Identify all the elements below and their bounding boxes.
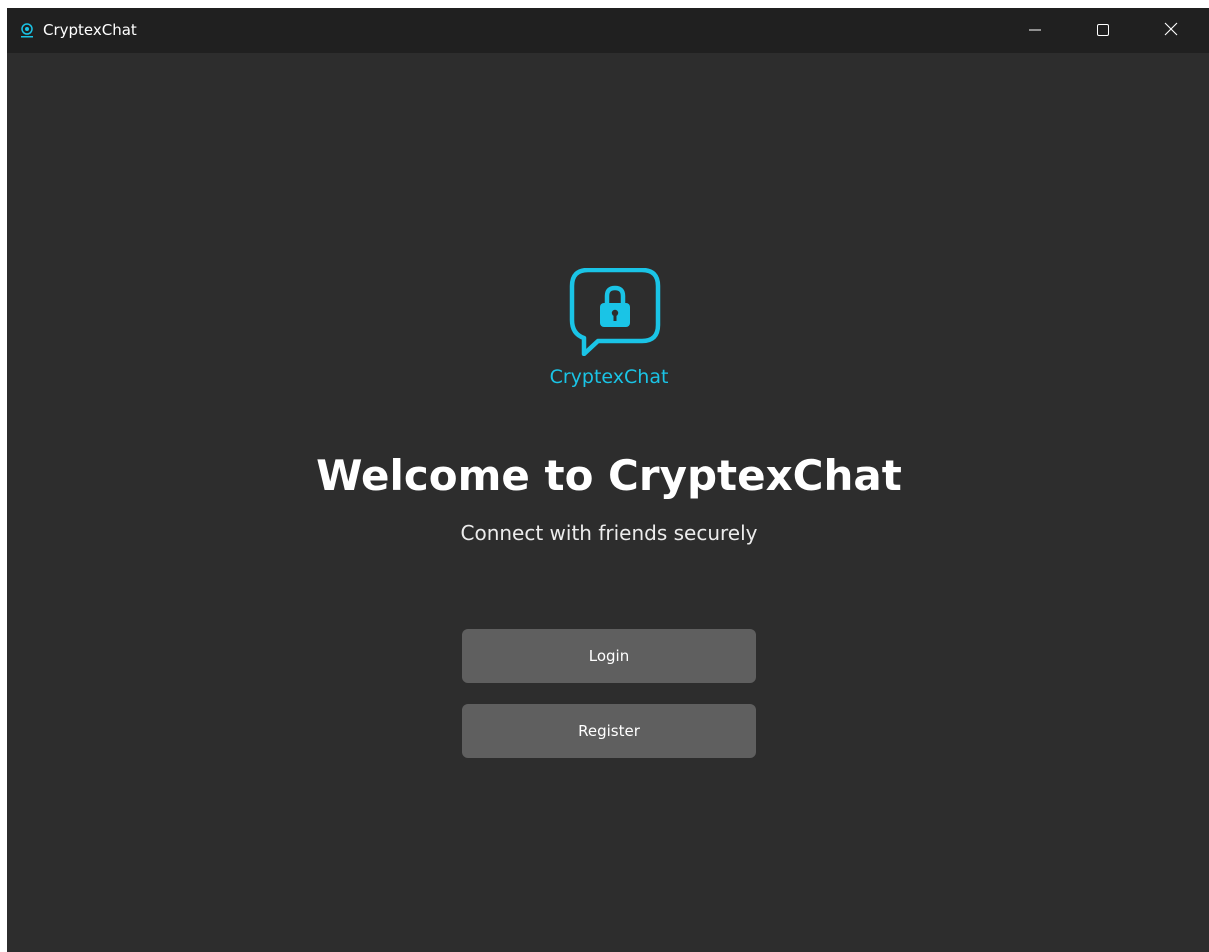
app-icon: [19, 22, 35, 38]
welcome-screen: CryptexChat Welcome to CryptexChat Conne…: [7, 53, 1209, 952]
minimize-icon: [1029, 21, 1041, 40]
title-bar[interactable]: CryptexChat: [7, 8, 1209, 53]
close-icon: [1164, 21, 1178, 40]
maximize-icon: [1097, 21, 1109, 40]
page-subtitle: Connect with friends securely: [460, 521, 758, 545]
page-title: Welcome to CryptexChat: [316, 451, 902, 500]
app-window: CryptexChat CryptexChat Welcome to Crypt…: [7, 8, 1209, 952]
login-button[interactable]: Login: [462, 629, 756, 683]
register-button-label: Register: [578, 722, 640, 740]
maximize-button[interactable]: [1069, 8, 1137, 53]
lock-chat-bubble-icon: [562, 267, 662, 357]
logo-text: CryptexChat: [549, 366, 669, 388]
close-button[interactable]: [1137, 8, 1205, 53]
minimize-button[interactable]: [1001, 8, 1069, 53]
window-title: CryptexChat: [43, 21, 137, 39]
register-button[interactable]: Register: [462, 704, 756, 758]
login-button-label: Login: [588, 647, 630, 665]
